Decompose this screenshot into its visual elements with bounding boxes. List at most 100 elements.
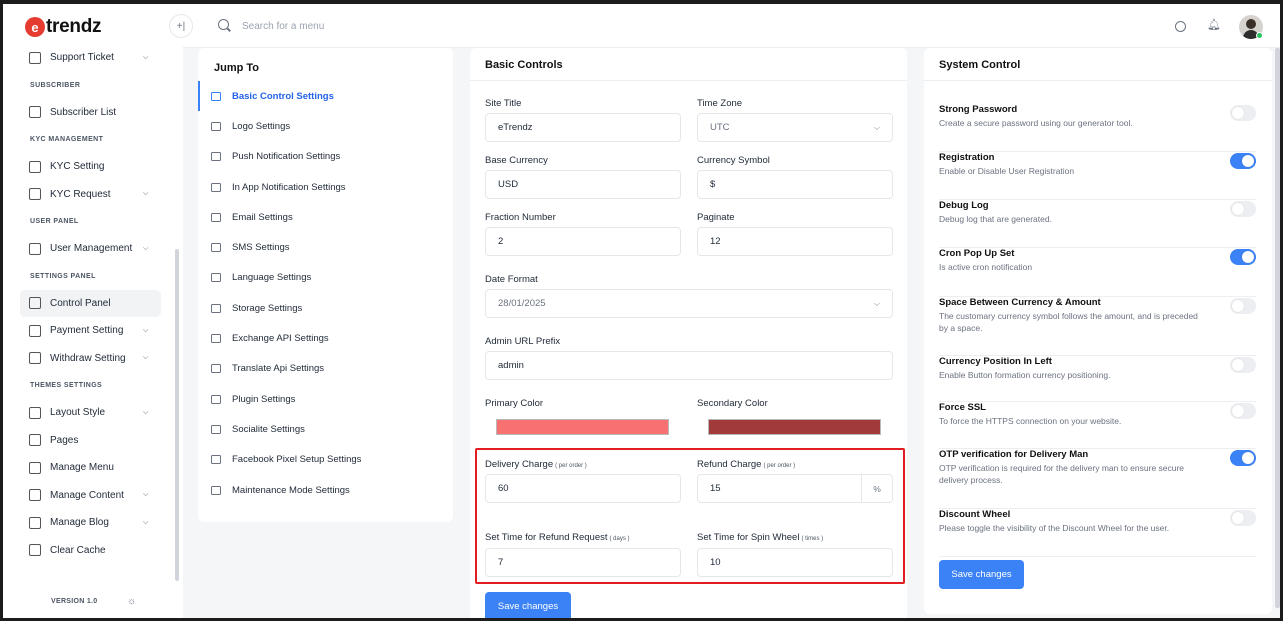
jump-item-basic-control-settings[interactable]: Basic Control Settings: [198, 81, 453, 112]
exchange-icon: [211, 334, 221, 344]
sidebar-item-manage-content[interactable]: Manage Content ⌵: [3, 482, 175, 510]
jump-item-email-settings[interactable]: Email Settings: [198, 202, 453, 232]
sidebar-item-label: Support Ticket: [50, 52, 114, 64]
page-scrollbar[interactable]: [1275, 48, 1280, 608]
sidebar-item-label: Clear Cache: [50, 544, 106, 556]
sidebar-item-layout-style[interactable]: Layout Style ⌵: [3, 399, 175, 427]
users-icon: [29, 242, 41, 255]
sidebar-section-heading: SUBSCRIBER: [30, 81, 81, 89]
time-zone-label: Time Zone: [697, 98, 743, 109]
delivery-charge-text: Delivery Charge: [485, 459, 554, 470]
setting-title: Debug Log: [939, 200, 989, 211]
setting-title: OTP verification for Delivery Man: [939, 449, 1089, 460]
jump-item-exchange-api-settings[interactable]: Exchange API Settings: [198, 323, 453, 353]
paginate-input[interactable]: 12: [697, 227, 893, 256]
chevron-down-icon: ⌵: [143, 354, 149, 362]
sidebar-section-heading: USER PANEL: [30, 218, 79, 225]
secondary-color-label: Secondary Color: [697, 398, 768, 409]
jump-item-label: Language Settings: [232, 272, 312, 284]
refund-time-input[interactable]: 7: [485, 548, 681, 577]
jump-item-facebook-pixel-setup-settings[interactable]: Facebook Pixel Setup Settings: [198, 445, 453, 475]
sidebar-item-user-management[interactable]: User Management ⌵: [3, 235, 175, 263]
sidebar-item-label: Manage Blog: [50, 517, 109, 529]
pages-icon: [29, 434, 41, 447]
brand-logo[interactable]: e trendz: [25, 16, 102, 38]
version-label: VERSION 1.0: [51, 598, 98, 605]
save-system-control-button[interactable]: Save changes: [939, 560, 1024, 589]
system-setting-row: OTP verification for Delivery Man OTP ver…: [939, 449, 1256, 509]
app-window: e trendz Support Ticket ⌵ SUBSCRIBER Subscr…: [0, 0, 1283, 621]
sidebar-item-manage-blog[interactable]: Manage Blog ⌵: [3, 509, 175, 537]
currency-symbol-label: Currency Symbol: [697, 155, 770, 166]
collapse-sidebar-button[interactable]: +|: [169, 14, 193, 38]
sidebar-item-kyc-setting[interactable]: KYC Setting: [3, 153, 175, 181]
notification-bell-icon[interactable]: 🔔︎: [1207, 18, 1221, 31]
fraction-number-input[interactable]: 2: [485, 227, 681, 256]
chevron-down-icon: ⌵: [143, 53, 149, 61]
sidebar-item-kyc-request[interactable]: KYC Request ⌵: [3, 181, 175, 209]
site-title-input[interactable]: eTrendz: [485, 113, 681, 142]
jump-item-in-app-notification-settings[interactable]: In App Notification Settings: [198, 172, 453, 202]
sidebar-item-manage-menu[interactable]: Manage Menu: [3, 454, 175, 482]
site-title-label: Site Title: [485, 98, 522, 109]
withdraw-icon: [29, 352, 41, 365]
jump-item-logo-settings[interactable]: Logo Settings: [198, 111, 453, 141]
jump-item-maintenance-mode-settings[interactable]: Maintenance Mode Settings: [198, 475, 453, 505]
date-format-select[interactable]: 28/01/2025 ⌵: [485, 289, 893, 318]
payment-icon: [29, 324, 41, 337]
sidebar-item-label: KYC Setting: [50, 161, 105, 173]
jump-item-socialite-settings[interactable]: Socialite Settings: [198, 414, 453, 444]
sidebar-item-withdraw-setting[interactable]: Withdraw Setting ⌵: [3, 345, 175, 373]
sidebar-item-payment-setting[interactable]: Payment Setting ⌵: [3, 317, 175, 345]
language-globe-icon[interactable]: [1175, 21, 1186, 32]
sidebar-item-clear-cache[interactable]: Clear Cache: [3, 537, 175, 565]
spin-time-label: Set Time for Spin Wheel( times ): [697, 532, 823, 543]
clear-cache-icon: [29, 544, 41, 557]
currency-symbol-input[interactable]: $: [697, 170, 893, 199]
jump-item-language-settings[interactable]: Language Settings: [198, 263, 453, 293]
sidebar-nav: Support Ticket ⌵ SUBSCRIBER Subscriber List…: [3, 44, 175, 564]
layout-icon: [29, 406, 41, 419]
setting-toggle-switch[interactable]: [1230, 249, 1256, 265]
spin-time-input[interactable]: 10: [697, 548, 893, 577]
jump-item-plugin-settings[interactable]: Plugin Settings: [198, 384, 453, 414]
setting-toggle-switch[interactable]: [1230, 298, 1256, 314]
sidebar-item-support-ticket[interactable]: Support Ticket ⌵: [3, 44, 175, 72]
admin-url-prefix-input[interactable]: admin: [485, 351, 893, 380]
setting-toggle-switch[interactable]: [1230, 105, 1256, 121]
setting-toggle-switch[interactable]: [1230, 403, 1256, 419]
jump-item-storage-settings[interactable]: Storage Settings: [198, 293, 453, 323]
setting-toggle-switch[interactable]: [1230, 153, 1256, 169]
blog-icon: [29, 516, 41, 529]
chevron-down-icon: ⌵: [873, 123, 880, 132]
sidebar-item-subscriber-list[interactable]: Subscriber List: [3, 99, 175, 127]
sms-icon: [211, 243, 221, 253]
jump-item-label: Translate Api Settings: [232, 363, 325, 375]
secondary-color-picker[interactable]: [708, 419, 881, 435]
jump-item-translate-api-settings[interactable]: Translate Api Settings: [198, 354, 453, 384]
setting-toggle-switch[interactable]: [1230, 201, 1256, 217]
sidebar-scrollbar[interactable]: [175, 249, 179, 581]
setting-toggle-switch[interactable]: [1230, 357, 1256, 373]
primary-color-picker[interactable]: [496, 419, 669, 435]
search-input[interactable]: Search for a menu: [242, 21, 324, 32]
refund-charge-label: Refund Charge( per order ): [697, 459, 795, 470]
jump-item-push-notification-settings[interactable]: Push Notification Settings: [198, 142, 453, 172]
system-setting-row: Currency Position In Left Enable Button f…: [939, 356, 1256, 402]
time-zone-select[interactable]: UTC ⌵: [697, 113, 893, 142]
sidebar-item-pages[interactable]: Pages: [3, 427, 175, 455]
sidebar-item-control-panel[interactable]: Control Panel: [20, 289, 161, 317]
refund-charge-input[interactable]: 15%: [697, 474, 893, 503]
setting-toggle-switch[interactable]: [1230, 450, 1256, 466]
setting-toggle-switch[interactable]: [1230, 510, 1256, 526]
jump-item-sms-settings[interactable]: SMS Settings: [198, 232, 453, 262]
theme-toggle-icon[interactable]: ☼: [127, 596, 136, 607]
setting-description: Enable Button formation currency positio…: [939, 370, 1111, 380]
delivery-charge-input[interactable]: 60: [485, 474, 681, 503]
save-basic-controls-button[interactable]: Save changes: [485, 592, 571, 618]
megaphone-icon: [211, 152, 221, 162]
sidebar-item-label: Layout Style: [50, 407, 106, 419]
date-format-value: 28/01/2025: [498, 298, 546, 309]
refund-charge-hint: ( per order ): [763, 463, 796, 469]
base-currency-input[interactable]: USD: [485, 170, 681, 199]
